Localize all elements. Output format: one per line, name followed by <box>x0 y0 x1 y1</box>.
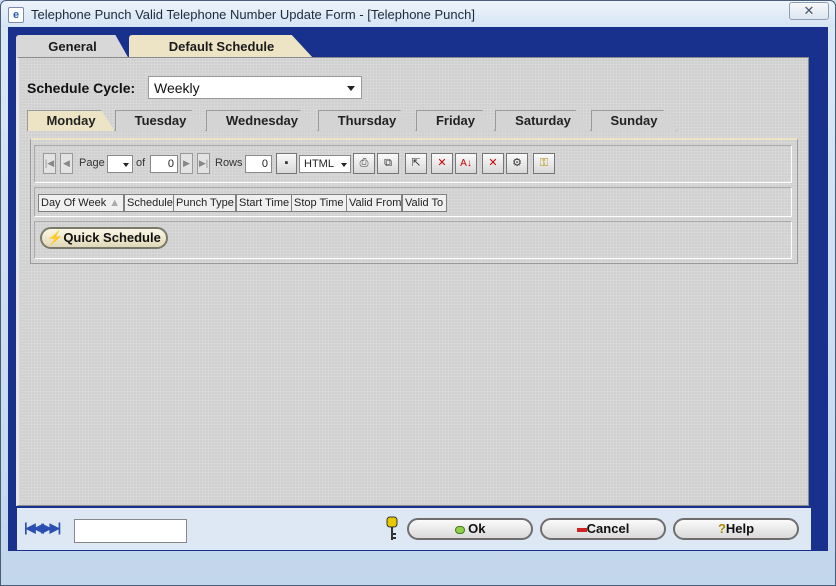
tab-monday[interactable]: Monday <box>27 110 115 131</box>
prev-page-icon[interactable]: ◀ <box>60 153 73 174</box>
key-icon[interactable]: ⚿ <box>533 153 555 174</box>
app-icon: e <box>8 7 24 23</box>
tab-wednesday[interactable]: Wednesday <box>206 110 318 131</box>
tab-general[interactable]: General <box>16 35 129 59</box>
cancel-label: Cancel <box>586 521 630 536</box>
tab-label: Thursday <box>337 113 397 128</box>
outer-tabs: General Default Schedule <box>16 35 816 59</box>
sort-asc-icon: ▲ <box>109 197 121 209</box>
quick-schedule-label: Quick Schedule <box>63 230 161 245</box>
day-tabs: Monday Tuesday Wednesday Thursday Friday… <box>27 110 687 132</box>
tab-label: Wednesday <box>225 113 298 128</box>
ok-label: Ok <box>468 521 486 536</box>
lightning-icon: ⚡ <box>47 230 64 245</box>
tab-label: Sunday <box>610 113 658 128</box>
key-icon <box>386 516 398 540</box>
ok-icon <box>454 525 465 534</box>
tab-thursday[interactable]: Thursday <box>318 110 416 131</box>
column-day-of-week[interactable]: Day Of Week ▲ <box>38 194 124 212</box>
help-label: Help <box>725 521 755 536</box>
export-icon[interactable]: ⇱ <box>405 153 427 174</box>
column-label: Day Of Week <box>41 197 107 209</box>
column-punch-type[interactable]: Punch Type <box>173 194 236 212</box>
page-count: 0 <box>150 155 178 173</box>
print-icon[interactable]: ⎙ <box>353 153 375 174</box>
help-icon: ? <box>717 521 726 536</box>
chevron-down-icon <box>347 86 355 91</box>
copy-icon[interactable]: ⧉ <box>377 153 399 174</box>
tab-label: General <box>48 39 97 54</box>
record-input[interactable] <box>74 519 187 543</box>
tab-label: Friday <box>435 113 475 128</box>
window-title: Telephone Punch Valid Telephone Number U… <box>31 7 475 22</box>
column-start-time[interactable]: Start Time <box>236 194 292 212</box>
save-icon[interactable]: ▪ <box>276 153 297 174</box>
tab-label: Tuesday <box>134 113 187 128</box>
page-label: Page <box>79 157 105 169</box>
ok-button[interactable]: Ok <box>407 518 533 540</box>
rows-label: Rows <box>215 157 243 169</box>
clear-filter-icon[interactable]: ✕ <box>431 153 453 174</box>
tab-saturday[interactable]: Saturday <box>495 110 591 131</box>
column-schedule[interactable]: Schedule <box>124 194 174 212</box>
chevron-down-icon <box>123 163 129 167</box>
sort-icon[interactable]: A↓ <box>455 153 477 174</box>
tab-default-schedule[interactable]: Default Schedule <box>129 35 314 59</box>
schedule-cycle-select[interactable]: Weekly <box>148 76 362 99</box>
settings-icon[interactable]: ⚙ <box>506 153 528 174</box>
tab-label: Monday <box>46 113 96 128</box>
rows-count: 0 <box>245 155 272 173</box>
format-value: HTML <box>304 158 334 170</box>
next-page-icon[interactable]: ▶ <box>180 153 193 174</box>
cancel-icon <box>576 527 587 532</box>
schedule-cycle-label: Schedule Cycle: <box>27 80 136 96</box>
quick-schedule-button[interactable]: ⚡Quick Schedule <box>40 227 168 249</box>
tab-label: Saturday <box>515 113 571 128</box>
tab-friday[interactable]: Friday <box>416 110 495 131</box>
column-valid-from[interactable]: Valid From <box>346 194 402 212</box>
record-nav-icon[interactable]: |◀◀▶▶| <box>24 520 61 536</box>
cancel-button[interactable]: Cancel <box>540 518 666 540</box>
schedule-cycle-value: Weekly <box>154 80 200 96</box>
close-button[interactable]: ✕ <box>789 2 829 20</box>
column-valid-to[interactable]: Valid To <box>402 194 447 212</box>
first-page-icon[interactable]: |◀ <box>43 153 56 174</box>
chevron-down-icon <box>341 163 347 167</box>
clear-sort-icon[interactable]: ✕ <box>482 153 504 174</box>
last-page-icon[interactable]: ▶| <box>197 153 210 174</box>
export-format-select[interactable]: HTML <box>299 155 351 173</box>
column-stop-time[interactable]: Stop Time <box>291 194 347 212</box>
tab-label: Default Schedule <box>168 39 275 54</box>
tab-tuesday[interactable]: Tuesday <box>115 110 206 131</box>
help-button[interactable]: ?Help <box>673 518 799 540</box>
page-select[interactable] <box>107 155 133 173</box>
title-bar: e Telephone Punch Valid Telephone Number… <box>1 1 835 27</box>
of-label: of <box>136 157 146 169</box>
tab-sunday[interactable]: Sunday <box>591 110 677 131</box>
